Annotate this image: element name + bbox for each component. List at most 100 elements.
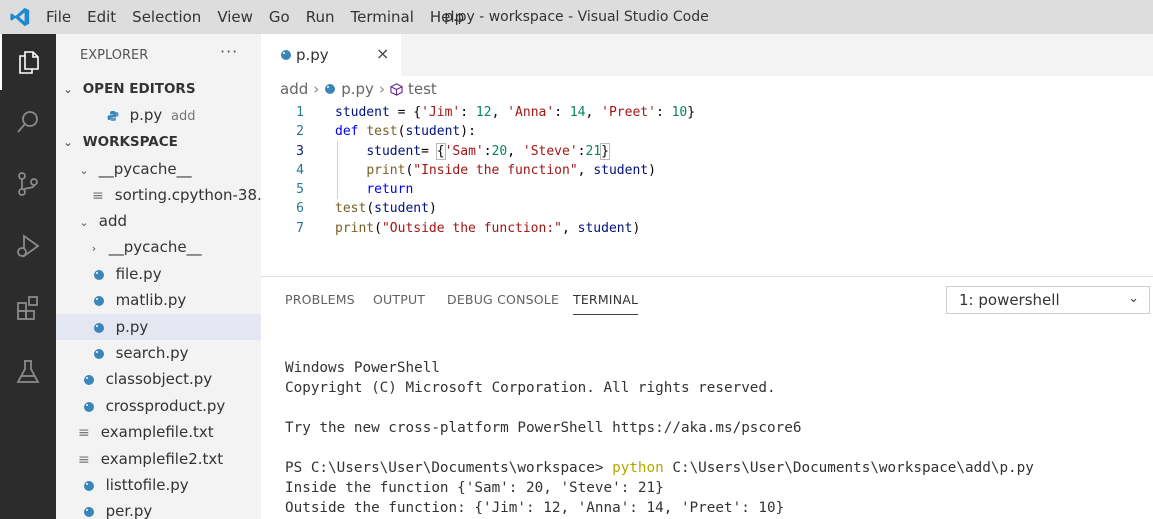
- python-file-icon: [83, 506, 94, 517]
- tree-item-classobject-py[interactable]: classobject.py: [56, 366, 261, 392]
- flask-icon: [16, 360, 40, 383]
- files-icon: [19, 51, 39, 74]
- code-line: 6 test(student): [261, 199, 1153, 218]
- line-number: 7: [296, 220, 304, 236]
- menu-edit[interactable]: Edit: [79, 8, 124, 26]
- tree-item-per-py[interactable]: per.py: [56, 498, 261, 519]
- extensions-icon: [17, 296, 38, 320]
- tree-item-search-py[interactable]: search.py: [56, 340, 261, 366]
- code-line: 5 return: [261, 180, 1153, 199]
- chevron-down-icon: ⌄: [79, 216, 89, 229]
- tab-terminal[interactable]: TERMINAL: [573, 292, 639, 315]
- tree-item-sorting[interactable]: ≡ sorting.cpython-38....: [56, 182, 261, 208]
- python-file-icon: [107, 110, 119, 121]
- code-line: 4 print("Inside the function", student): [261, 161, 1153, 180]
- line-content: print("Outside the function:", student): [335, 220, 641, 236]
- line-number: 4: [296, 162, 304, 178]
- line-number: 5: [296, 182, 304, 198]
- line-content: def test(student):: [335, 124, 476, 140]
- indent-guide: [337, 141, 338, 199]
- tree-item-p-py[interactable]: p.py: [56, 314, 261, 340]
- menu-view[interactable]: View: [209, 8, 261, 26]
- workspace-section[interactable]: ⌄ WORKSPACE: [56, 129, 261, 155]
- menu-selection[interactable]: Selection: [124, 8, 209, 26]
- text-file-icon: ≡: [78, 425, 90, 441]
- tree-item-listtofile-py[interactable]: listtofile.py: [56, 472, 261, 498]
- run-debug-activity-button[interactable]: [0, 218, 56, 274]
- workspace-label: WORKSPACE: [82, 134, 178, 150]
- python-file-icon: [93, 322, 104, 333]
- search-activity-button[interactable]: [0, 94, 56, 150]
- tree-folder-add[interactable]: ⌄ add: [56, 208, 261, 234]
- breadcrumb-folder[interactable]: add: [280, 80, 308, 98]
- tree-item-label: p.py: [115, 318, 149, 336]
- terminal-select[interactable]: 1: powershell ⌄: [946, 286, 1150, 314]
- close-tab-icon[interactable]: ×: [376, 44, 389, 63]
- tree-item-label: __pycache__: [98, 160, 192, 178]
- python-file-icon: [83, 480, 94, 491]
- terminal-args: C:\Users\User\Documents\workspace\add\p.…: [663, 460, 1034, 476]
- menu-go[interactable]: Go: [261, 8, 298, 26]
- tree-item-label: listtofile.py: [105, 476, 189, 494]
- chevron-down-icon: ⌄: [63, 136, 73, 149]
- editor-tab-p-py[interactable]: p.py ×: [261, 34, 401, 76]
- tree-item-label: file.py: [115, 265, 162, 283]
- python-file-icon: [93, 295, 104, 306]
- run-debug-icon: [17, 234, 40, 258]
- open-editor-file: p.py: [129, 106, 163, 124]
- code-editor[interactable]: 1 student = {'Jim': 12, 'Anna': 14, 'Pree…: [261, 103, 1153, 238]
- testing-activity-button[interactable]: [0, 344, 56, 400]
- line-number: 3: [296, 143, 304, 159]
- python-file-icon: [281, 50, 291, 60]
- text-file-icon: ≡: [92, 188, 104, 204]
- tree-item-label: __pycache__: [108, 238, 202, 256]
- more-actions-button[interactable]: ···: [220, 42, 238, 61]
- tree-item-label: crossproduct.py: [105, 397, 226, 415]
- terminal-output[interactable]: Windows PowerShell Copyright (C) Microso…: [285, 358, 1034, 518]
- terminal-line: Inside the function {'Sam': 20, 'Steve':…: [285, 480, 664, 496]
- line-content: student = {'Jim': 12, 'Anna': 14, 'Preet…: [335, 105, 696, 120]
- terminal-line: Try the new cross-platform PowerShell ht…: [285, 420, 802, 436]
- code-line: 1 student = {'Jim': 12, 'Anna': 14, 'Pree…: [261, 103, 1153, 122]
- source-control-activity-button[interactable]: [0, 156, 56, 212]
- menu-help[interactable]: Help: [422, 8, 472, 26]
- tab-problems[interactable]: PROBLEMS: [285, 292, 355, 307]
- tree-item-crossproduct-py[interactable]: crossproduct.py: [56, 393, 261, 419]
- open-editor-item[interactable]: p.py add: [56, 102, 261, 128]
- terminal-line: Copyright (C) Microsoft Corporation. All…: [285, 380, 776, 396]
- tab-output[interactable]: OUTPUT: [373, 292, 425, 307]
- tree-item-label: matlib.py: [115, 291, 187, 309]
- menu-file[interactable]: File: [38, 8, 79, 26]
- line-content: test(student): [335, 201, 437, 217]
- tree-item-matlib-py[interactable]: matlib.py: [56, 287, 261, 313]
- breadcrumb: add › p.py › test: [280, 80, 437, 98]
- breadcrumb-symbol[interactable]: test: [408, 80, 437, 98]
- python-file-icon: [83, 401, 94, 412]
- explorer-activity-button[interactable]: [0, 34, 56, 90]
- chevron-down-icon: ⌄: [79, 164, 89, 177]
- source-control-icon: [18, 172, 38, 196]
- line-number: 1: [296, 105, 304, 120]
- line-number: 2: [296, 124, 304, 140]
- tree-folder-pycache[interactable]: ⌄ __pycache__: [56, 156, 261, 182]
- line-content: return: [366, 182, 414, 198]
- editor-tab-label: p.py: [296, 46, 329, 64]
- tree-folder-pycache-2[interactable]: › __pycache__: [56, 234, 261, 260]
- python-file-icon: [93, 269, 104, 280]
- chevron-right-icon: ›: [91, 242, 97, 255]
- bottom-panel: PROBLEMS OUTPUT DEBUG CONSOLE TERMINAL 1…: [261, 276, 1153, 519]
- tree-item-label: examplefile.txt: [100, 423, 214, 441]
- extensions-activity-button[interactable]: [0, 280, 56, 336]
- terminal-command: python: [612, 460, 664, 476]
- tree-item-examplefile2-txt[interactable]: ≡ examplefile2.txt: [56, 446, 261, 472]
- tab-debug-console[interactable]: DEBUG CONSOLE: [447, 292, 559, 307]
- menu-run[interactable]: Run: [298, 8, 343, 26]
- open-editor-folder: add: [171, 109, 196, 124]
- menu-terminal[interactable]: Terminal: [343, 8, 422, 26]
- tree-item-examplefile-txt[interactable]: ≡ examplefile.txt: [56, 419, 261, 445]
- breadcrumb-file[interactable]: p.py: [341, 80, 374, 98]
- python-file-icon: [83, 374, 94, 385]
- open-editors-section[interactable]: ⌄ OPEN EDITORS: [56, 76, 261, 102]
- tree-item-file-py[interactable]: file.py: [56, 261, 261, 287]
